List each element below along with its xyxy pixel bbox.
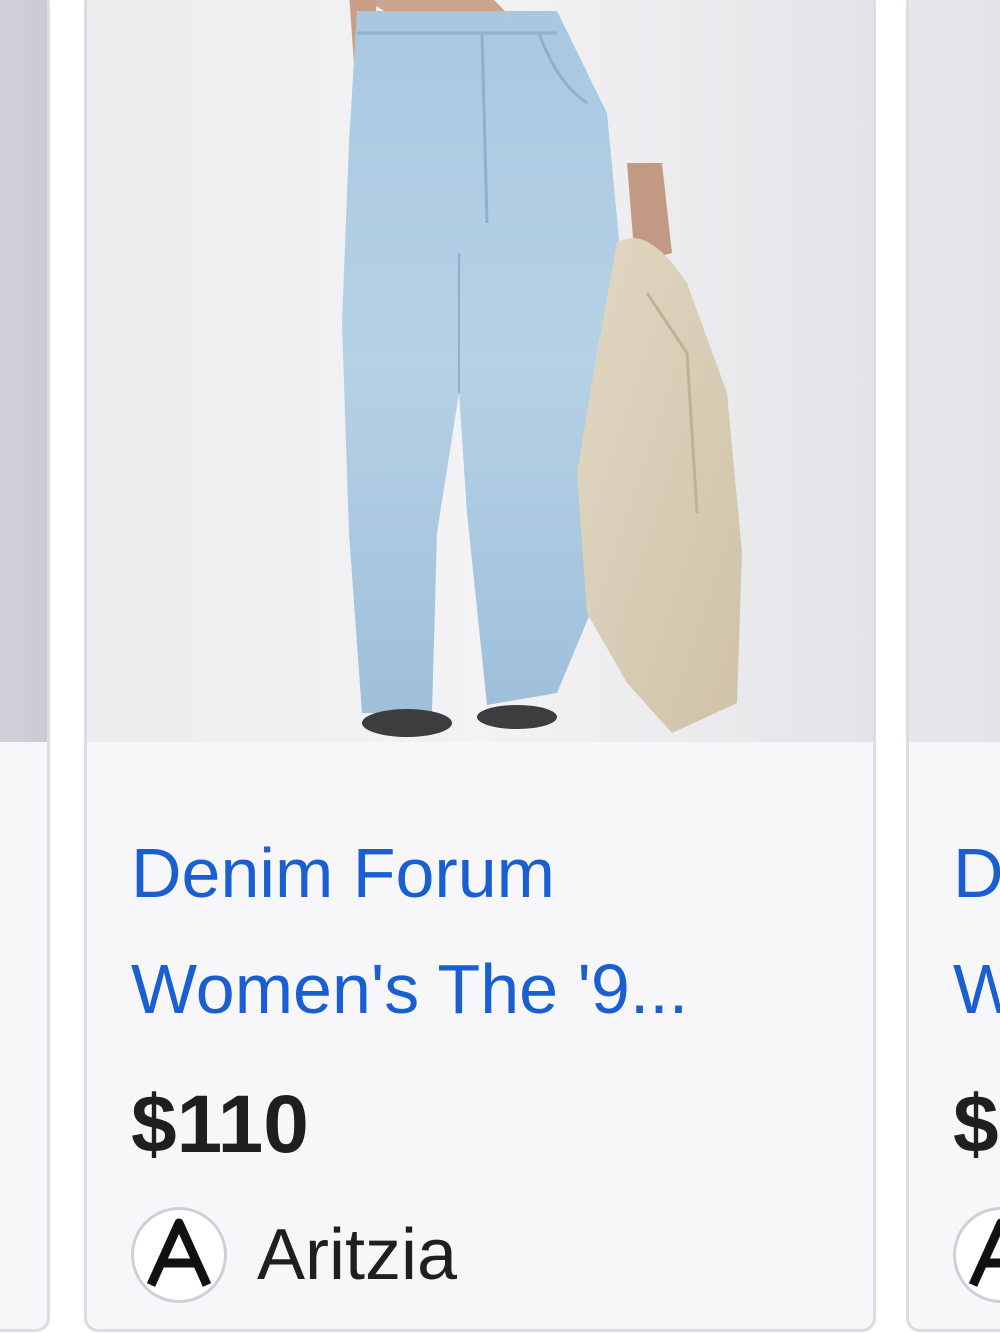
product-image[interactable] [0,0,47,742]
product-price: $110 [131,1079,309,1170]
product-title-link[interactable]: D W [953,815,1000,1047]
product-image[interactable] [909,0,1000,742]
product-card[interactable]: Denim Forum Women's The '9... $110 Aritz… [84,0,876,1332]
product-card-next[interactable]: D W $ [906,0,1000,1332]
product-image[interactable] [87,0,873,742]
merchant-logo-icon [131,1207,227,1303]
merchant-info[interactable]: Aritzia [131,1205,457,1305]
jeans-photo [87,0,873,742]
product-title-link[interactable]: Denim Forum Women's The '9... [131,815,831,1047]
product-carousel[interactable]: Denim Forum Women's The '9... $110 Aritz… [0,0,1000,1333]
merchant-logo-icon [953,1207,1000,1303]
aritzia-logo-icon [968,1218,1000,1287]
product-price: $ [953,1079,999,1170]
merchant-name: Aritzia [257,1215,458,1295]
aritzia-logo-icon [146,1218,212,1287]
product-card-previous[interactable] [0,0,50,1332]
